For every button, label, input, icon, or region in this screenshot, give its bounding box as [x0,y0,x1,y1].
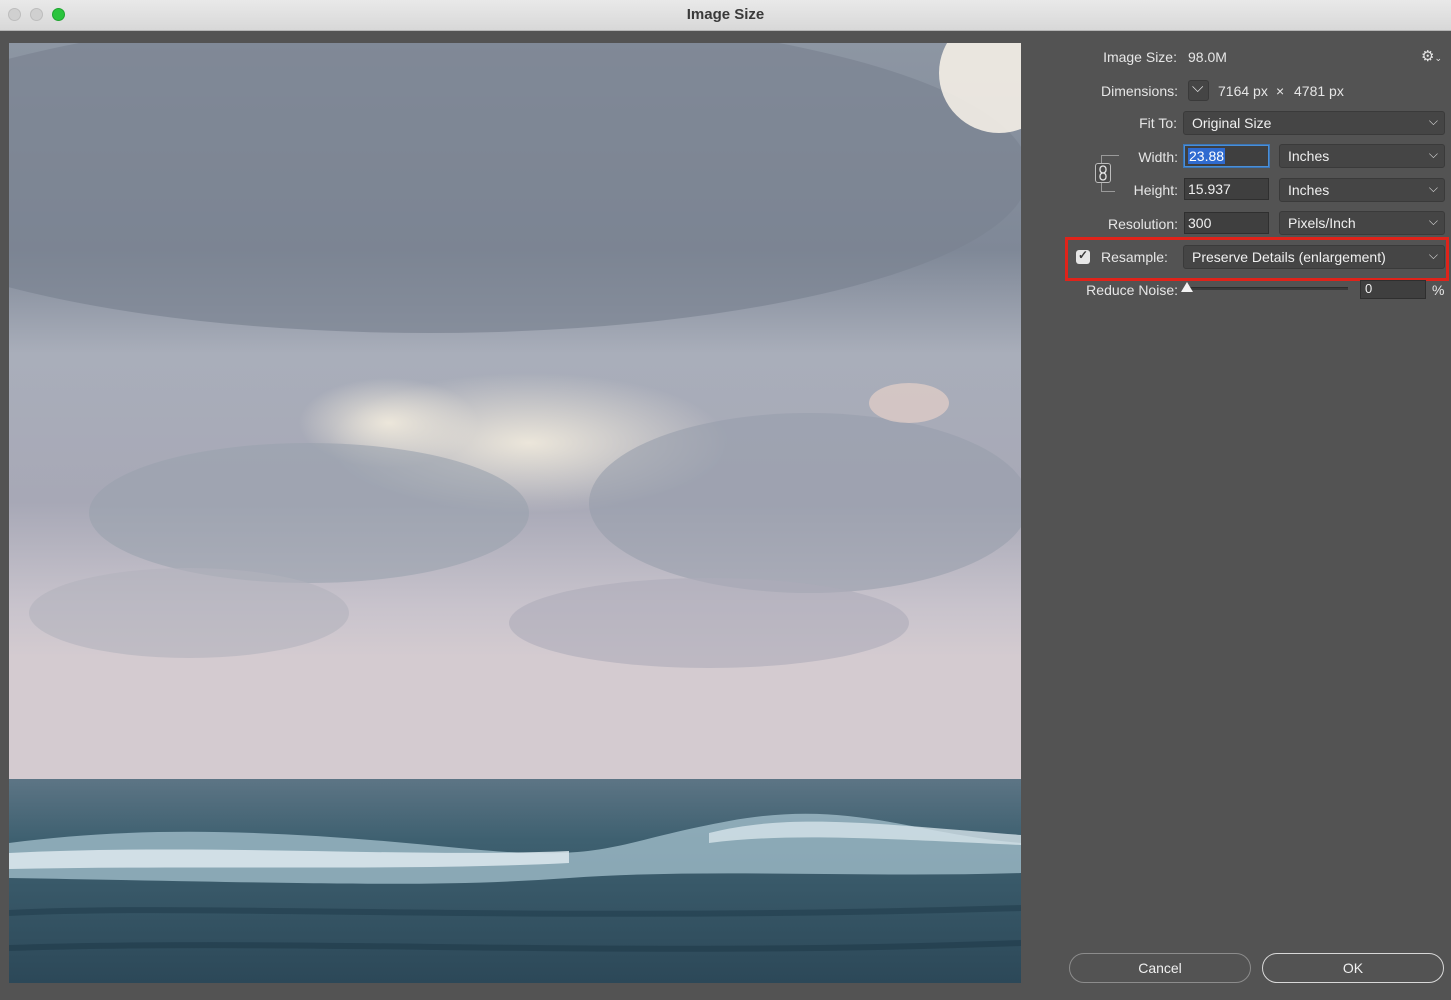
width-input-value: 23.88 [1188,148,1226,164]
resample-value: Preserve Details (enlargement) [1192,249,1386,265]
width-input[interactable]: 23.88 [1184,145,1269,167]
chain-link-glyph [1099,165,1107,181]
checkmark-icon: ✓ [1078,248,1089,262]
resolution-input[interactable]: 300 [1184,212,1269,234]
dimensions-times: × [1276,83,1285,99]
resample-dropdown[interactable]: Preserve Details (enlargement) ⌵ [1183,245,1445,269]
dimensions-height-value: 4781 px [1294,83,1344,99]
resolution-unit-dropdown[interactable]: Pixels/Inch ⌵ [1279,211,1445,235]
cancel-button[interactable]: Cancel [1069,953,1251,983]
reduce-noise-label: Reduce Noise: [1086,282,1178,298]
height-input-value: 15.937 [1188,181,1231,197]
reduce-noise-slider-thumb[interactable] [1181,282,1193,292]
dimensions-width-value: 7164 px [1218,83,1268,99]
resolution-unit-value: Pixels/Inch [1288,215,1356,231]
height-input[interactable]: 15.937 [1184,178,1269,200]
resample-label: Resample: [1101,249,1168,265]
chevron-down-icon: ⌵ [1192,79,1204,96]
fit-to-dropdown[interactable]: Original Size ⌵ [1183,111,1445,135]
ok-button[interactable]: OK [1262,953,1444,983]
width-label: Width: [1138,149,1178,165]
reduce-noise-unit: % [1432,282,1445,298]
width-unit-value: Inches [1288,148,1330,164]
gear-icon[interactable]: ⚙⌄ [1421,47,1442,65]
fit-to-value: Original Size [1192,115,1272,131]
image-preview[interactable] [9,43,1021,983]
chevron-down-icon: ⌵ [1428,147,1438,161]
seascape-photo [9,43,1021,983]
image-size-value: 98.0M [1188,49,1227,65]
resolution-input-value: 300 [1188,215,1212,231]
image-size-label: Image Size: [1103,49,1177,65]
height-unit-dropdown[interactable]: Inches ⌵ [1279,178,1445,202]
chevron-down-icon: ⌵ [1428,214,1438,228]
dimensions-label: Dimensions: [1100,83,1178,99]
height-label: Height: [1133,182,1178,198]
window-title: Image Size [686,6,765,23]
title-bar: Image Size [0,0,1451,31]
resolution-label: Resolution: [1107,216,1178,232]
resample-checkbox[interactable]: ✓ [1076,248,1090,264]
reduce-noise-value: 0 [1365,281,1373,296]
dimensions-unit-menu[interactable]: ⌵ [1188,79,1209,101]
chevron-down-icon: ⌵ [1428,114,1438,128]
fit-to-label: Fit To: [1139,115,1177,131]
height-unit-value: Inches [1288,182,1330,198]
reduce-noise-slider-track[interactable] [1186,287,1348,290]
chain-link-icon[interactable] [1095,163,1111,183]
chevron-down-icon: ⌵ [1428,181,1438,195]
chevron-down-icon: ⌵ [1428,248,1438,262]
reduce-noise-input[interactable]: 0 [1360,280,1426,299]
width-unit-dropdown[interactable]: Inches ⌵ [1279,144,1445,168]
